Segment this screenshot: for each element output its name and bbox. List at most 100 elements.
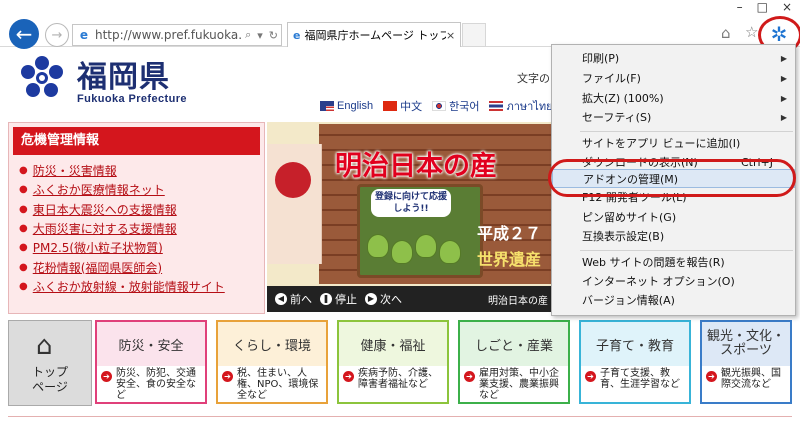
maximize-icon[interactable]: □ — [757, 0, 768, 14]
lang-thai-label[interactable]: ภาษาไทย — [506, 97, 552, 115]
close-tab-icon[interactable]: × — [446, 29, 460, 42]
tile-title: 健康・福祉 — [339, 322, 447, 366]
category-tile-safety[interactable]: 防災・安全 ➔ 防災、防犯、交通安全、食の安全など — [95, 320, 207, 404]
crisis-link[interactable]: 防災・災害情報 — [33, 162, 117, 179]
crisis-info-box: 危機管理情報 ● 防災・災害情報 ● ふくおか医療情報ネット ● 東日本大震災への支援… — [8, 122, 265, 314]
lang-korean-label[interactable]: 한국어 — [449, 98, 479, 114]
bullet-icon: ● — [19, 261, 28, 273]
lang-chinese-label[interactable]: 中文 — [400, 98, 422, 114]
menu-item-compat-view[interactable]: 互換表示設定(B) — [552, 227, 795, 246]
arrow-left-icon: ← — [15, 22, 33, 46]
arrow-right-icon: ➔ — [222, 371, 233, 382]
prefecture-emblem — [21, 56, 63, 97]
minimize-icon[interactable]: – — [737, 0, 743, 14]
bullet-icon: ● — [19, 203, 28, 215]
menu-item-label: 拡大(Z) (100%) — [582, 92, 664, 105]
home-icon[interactable]: ⌂ — [721, 24, 731, 42]
next-label: 次へ — [380, 293, 402, 306]
house-icon: ⌂ — [36, 331, 53, 361]
menu-item-internet-options[interactable]: インターネット オプション(O) — [552, 272, 795, 291]
forward-button[interactable]: → — [45, 23, 69, 47]
pause-icon: ❚ — [320, 293, 332, 305]
menu-item-label: ファイル(F) — [582, 72, 641, 85]
menu-item-label: 印刷(P) — [582, 52, 620, 65]
top-page-button[interactable]: ⌂ トップ ページ — [8, 320, 92, 406]
site-logo-text[interactable]: 福岡県 — [77, 52, 170, 96]
menu-item-label: 互換表示設定(B) — [582, 230, 665, 243]
sprout-character — [367, 234, 389, 258]
tile-desc: 子育て支援、教育、生涯学習など — [600, 368, 680, 390]
crisis-link[interactable]: 東日本大震災への支援情報 — [33, 201, 177, 218]
new-tab-button[interactable] — [462, 23, 486, 47]
menu-item-label: サイトをアプリ ビューに追加(I) — [582, 137, 741, 150]
lang-english[interactable]: English — [320, 97, 373, 115]
prev-label: 前へ — [290, 293, 312, 306]
window-controls: – □ × — [737, 0, 792, 14]
category-tile-tourism[interactable]: 観光・文化・スポーツ ➔ 観光振興、国際交流など — [700, 320, 792, 404]
tile-title: しごと・産業 — [460, 322, 568, 366]
lang-english-label[interactable]: English — [337, 100, 373, 112]
world-heritage-banner[interactable]: 明治日本の産 登録に向けて応援しよう!! 平成２７ 世界遺産 ◀ 前へ ❚ 停止 ▶… — [267, 122, 552, 312]
mascot-face — [275, 162, 311, 198]
banner-stop-button[interactable]: ❚ 停止 — [320, 291, 357, 307]
top-page-label-line2: ページ — [32, 380, 68, 394]
menu-item-safety[interactable]: セーフティ(S) ▶ — [552, 108, 795, 127]
sprout-character — [391, 240, 413, 264]
menu-item-pinned-sites[interactable]: ピン留めサイト(G) — [552, 208, 795, 227]
mascot-image — [267, 144, 322, 264]
bullet-icon: ● — [19, 242, 28, 254]
lang-thai[interactable]: ภาษาไทย — [489, 97, 553, 115]
ie-page-icon: e — [79, 28, 89, 42]
close-window-icon[interactable]: × — [782, 0, 792, 14]
crisis-link[interactable]: ふくおか医療情報ネット — [33, 181, 165, 198]
menu-item-about[interactable]: バージョン情報(A) — [552, 291, 795, 310]
menu-item-zoom[interactable]: 拡大(Z) (100%) ▶ — [552, 89, 795, 108]
lang-korean[interactable]: 한국어 — [432, 97, 479, 115]
arrow-right-icon: ➔ — [585, 371, 596, 382]
language-links: English 中文 한국어 ภาษาไทย — [320, 97, 553, 115]
bullet-icon: ● — [19, 223, 28, 235]
korea-flag-icon — [432, 101, 447, 111]
menu-item-label: ピン留めサイト(G) — [582, 211, 677, 224]
prev-icon: ◀ — [275, 293, 287, 305]
refresh-icon[interactable]: ↻ — [266, 29, 281, 42]
category-tile-work[interactable]: しごと・産業 ➔ 雇用対策、中小企業支援、農業振興など — [458, 320, 570, 404]
list-item: ● 花粉情報(福岡県医師会) — [19, 257, 264, 276]
list-item: ● 東日本大震災への支援情報 — [19, 200, 264, 219]
crisis-info-title: 危機管理情報 — [13, 127, 260, 155]
category-tile-living[interactable]: くらし・環境 ➔ 税、住まい、人権、NPO、環境保全など — [216, 320, 328, 404]
tile-title: 子育て・教育 — [581, 322, 689, 366]
address-bar[interactable]: e http://www.pref.fukuoka.... ⌕ ▾ ↻ — [72, 24, 282, 46]
menu-item-add-app-view[interactable]: サイトをアプリ ビューに追加(I) — [552, 134, 795, 153]
banner-controls: ◀ 前へ ❚ 停止 ▶ 次へ 明治日本の産 — [267, 286, 552, 312]
china-flag-icon — [383, 101, 398, 111]
search-icon[interactable]: ⌕ — [242, 28, 254, 42]
banner-next-button[interactable]: ▶ 次へ — [365, 291, 402, 307]
list-item: ● PM2.5(微小粒子状物質) — [19, 238, 264, 257]
crisis-link[interactable]: 花粉情報(福岡県医師会) — [33, 259, 162, 276]
address-url[interactable]: http://www.pref.fukuoka.... — [95, 28, 242, 42]
back-button[interactable]: ← — [9, 19, 39, 49]
list-item: ● ふくおか放射線・放射能情報サイト — [19, 277, 264, 296]
menu-item-report-problem[interactable]: Web サイトの問題を報告(R) — [552, 253, 795, 272]
tile-desc: 疾病予防、介護、障害者福祉など — [358, 368, 438, 390]
submenu-arrow-icon: ▶ — [780, 74, 787, 83]
crisis-link-list: ● 防災・災害情報 ● ふくおか医療情報ネット ● 東日本大震災への支援情報 ● 大雨災… — [9, 161, 264, 296]
top-page-label: トップ ページ — [9, 365, 91, 395]
crisis-link[interactable]: PM2.5(微小粒子状物質) — [33, 239, 163, 256]
category-tile-health[interactable]: 健康・福祉 ➔ 疾病予防、介護、障害者福祉など — [337, 320, 449, 404]
crisis-link[interactable]: 大雨災害に対する支援情報 — [33, 220, 177, 237]
menu-item-file[interactable]: ファイル(F) ▶ — [552, 69, 795, 88]
menu-item-print[interactable]: 印刷(P) ▶ — [552, 49, 795, 68]
tile-desc: 観光振興、国際交流など — [721, 368, 781, 390]
lang-chinese[interactable]: 中文 — [383, 97, 422, 115]
banner-prev-button[interactable]: ◀ 前へ — [275, 291, 312, 307]
dropdown-icon[interactable]: ▾ — [254, 29, 266, 42]
favorites-star-icon[interactable]: ☆ — [745, 23, 758, 41]
crisis-link[interactable]: ふくおか放射線・放射能情報サイト — [33, 278, 225, 295]
banner-caption[interactable]: 明治日本の産 — [488, 292, 548, 307]
tile-title: くらし・環境 — [218, 322, 326, 366]
bullet-icon: ● — [19, 280, 28, 292]
category-tile-childcare[interactable]: 子育て・教育 ➔ 子育て支援、教育、生涯学習など — [579, 320, 691, 404]
tab-fukuoka[interactable]: e 福岡県庁ホームページ トップ... × — [287, 22, 461, 47]
